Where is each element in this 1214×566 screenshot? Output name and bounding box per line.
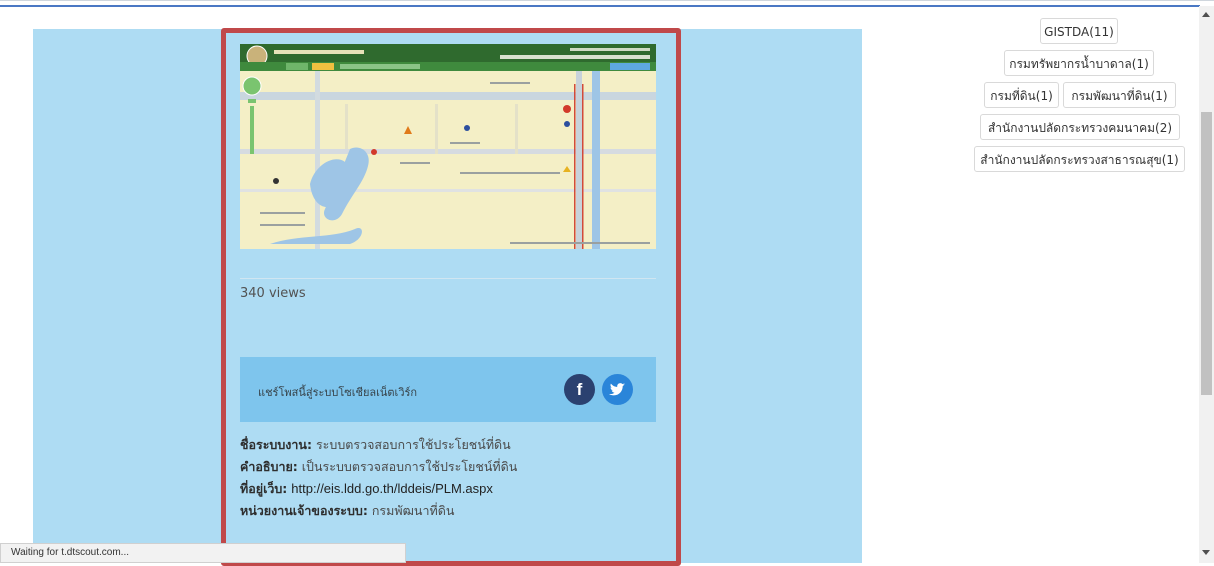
share-label: แชร์โพสนี้สู่ระบบโซเชียลเน็ตเวิร์ก <box>258 386 418 399</box>
scroll-down-icon[interactable] <box>1202 550 1210 555</box>
website-label: ที่อยู่เว็บ: <box>240 481 288 496</box>
tag-transport-ministry[interactable]: สำนักงานปลัดกระทรวงคมนาคม(2) <box>980 114 1180 140</box>
description-row: คำอธิบาย: เป็นระบบตรวจสอบการใช้ประโยชน์ท… <box>240 456 517 478</box>
owner-label: หน่วยงานเจ้าของระบบ: <box>240 503 368 518</box>
system-name-value: ระบบตรวจสอบการใช้ประโยชน์ที่ดิน <box>315 437 511 452</box>
system-details: ชื่อระบบงาน: ระบบตรวจสอบการใช้ประโยชน์ที… <box>240 434 517 522</box>
description-value: เป็นระบบตรวจสอบการใช้ประโยชน์ที่ดิน <box>301 459 518 474</box>
scrollbar-thumb[interactable] <box>1201 112 1212 395</box>
system-name-label: ชื่อระบบงาน: <box>240 437 312 452</box>
view-count: 340 views <box>240 286 306 301</box>
owner-value: กรมพัฒนาที่ดิน <box>371 503 455 518</box>
tag-land-development-dept[interactable]: กรมพัฒนาที่ดิน(1) <box>1063 82 1176 108</box>
website-link[interactable]: http://eis.ldd.go.th/lddeis/PLM.aspx <box>291 481 493 496</box>
twitter-icon <box>609 383 625 396</box>
tag-land-dept[interactable]: กรมที่ดิน(1) <box>984 82 1059 108</box>
content-divider <box>240 278 656 279</box>
website-row: ที่อยู่เว็บ: http://eis.ldd.go.th/lddeis… <box>240 478 517 500</box>
description-label: คำอธิบาย: <box>240 459 298 474</box>
tag-gistda[interactable]: GISTDA(11) <box>1040 18 1118 44</box>
owner-row: หน่วยงานเจ้าของระบบ: กรมพัฒนาที่ดิน <box>240 500 517 522</box>
tag-groundwater-dept[interactable]: กรมทรัพยากรน้ำบาดาล(1) <box>1004 50 1154 76</box>
browser-status-bar: Waiting for t.dtscout.com... <box>0 543 406 563</box>
facebook-icon: f <box>576 380 583 399</box>
twitter-share-button[interactable] <box>602 374 633 405</box>
system-name-row: ชื่อระบบงาน: ระบบตรวจสอบการใช้ประโยชน์ที… <box>240 434 517 456</box>
tag-public-health-ministry[interactable]: สำนักงานปลัดกระทรวงสาธารณสุข(1) <box>974 146 1185 172</box>
scroll-up-icon[interactable] <box>1202 12 1210 17</box>
share-section: แชร์โพสนี้สู่ระบบโซเชียลเน็ตเวิร์ก f <box>240 357 656 422</box>
header-accent-line <box>0 5 1200 7</box>
facebook-share-button[interactable]: f <box>564 374 595 405</box>
